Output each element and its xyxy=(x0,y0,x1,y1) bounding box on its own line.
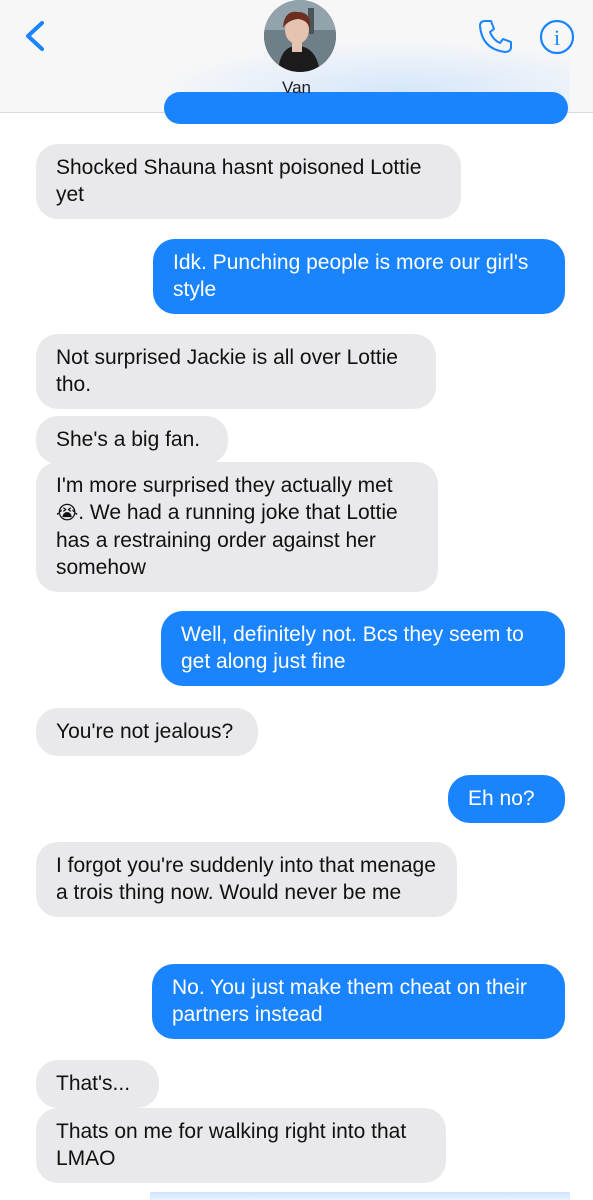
svg-text:i: i xyxy=(554,25,560,50)
received-message[interactable]: I forgot you're suddenly into that menag… xyxy=(36,842,457,917)
loudly-crying-emoji: 😭 xyxy=(56,502,79,524)
sent-message[interactable]: Well, definitely not. Bcs they seem to g… xyxy=(161,611,565,686)
back-button[interactable] xyxy=(18,18,54,54)
phone-icon xyxy=(479,20,512,53)
message-text: No. You just make them cheat on their pa… xyxy=(172,976,527,1026)
message-text: She's a big fan. xyxy=(56,428,201,451)
message-text: Eh no? xyxy=(468,787,535,810)
message-text: Idk. Punching people is more our girl's … xyxy=(173,251,529,301)
message-text: Shocked Shauna hasnt poisoned Lottie yet xyxy=(56,156,422,206)
sent-message[interactable]: Idk. Punching people is more our girl's … xyxy=(153,239,565,314)
bottom-glow xyxy=(150,1192,570,1200)
info-icon: i xyxy=(539,19,575,55)
message-text: Well, definitely not. Bcs they seem to g… xyxy=(181,623,524,673)
message-text: You're not jealous? xyxy=(56,720,234,743)
received-message[interactable]: That's... xyxy=(36,1060,159,1108)
received-message[interactable]: She's a big fan. xyxy=(36,416,228,464)
received-message[interactable]: Shocked Shauna hasnt poisoned Lottie yet xyxy=(36,144,461,219)
sent-message[interactable]: Eh no? xyxy=(448,775,565,823)
contact-photo xyxy=(264,0,336,72)
received-message[interactable]: Thats on me for walking right into that … xyxy=(36,1108,446,1183)
chevron-left-icon xyxy=(26,21,44,51)
message-text: Not surprised Jackie is all over Lottie … xyxy=(56,346,398,396)
message-text: Thats on me for walking right into that … xyxy=(56,1120,407,1170)
message-text: I'm more surprised they actually met xyxy=(56,474,393,497)
received-message[interactable]: You're not jealous? xyxy=(36,708,258,756)
message-text: . We had a running joke that Lottie has … xyxy=(56,501,398,579)
call-button[interactable] xyxy=(476,16,516,56)
contact-name[interactable]: Van xyxy=(0,78,593,98)
info-button[interactable]: i xyxy=(538,18,576,56)
avatar[interactable] xyxy=(264,0,336,72)
message-text: I forgot you're suddenly into that menag… xyxy=(56,854,436,904)
received-message[interactable]: I'm more surprised they actually met 😭. … xyxy=(36,462,438,592)
message-text: That's... xyxy=(56,1072,131,1095)
sent-message[interactable]: No. You just make them cheat on their pa… xyxy=(152,964,565,1039)
conversation-header: Van i xyxy=(0,0,593,124)
received-message[interactable]: Not surprised Jackie is all over Lottie … xyxy=(36,334,436,409)
